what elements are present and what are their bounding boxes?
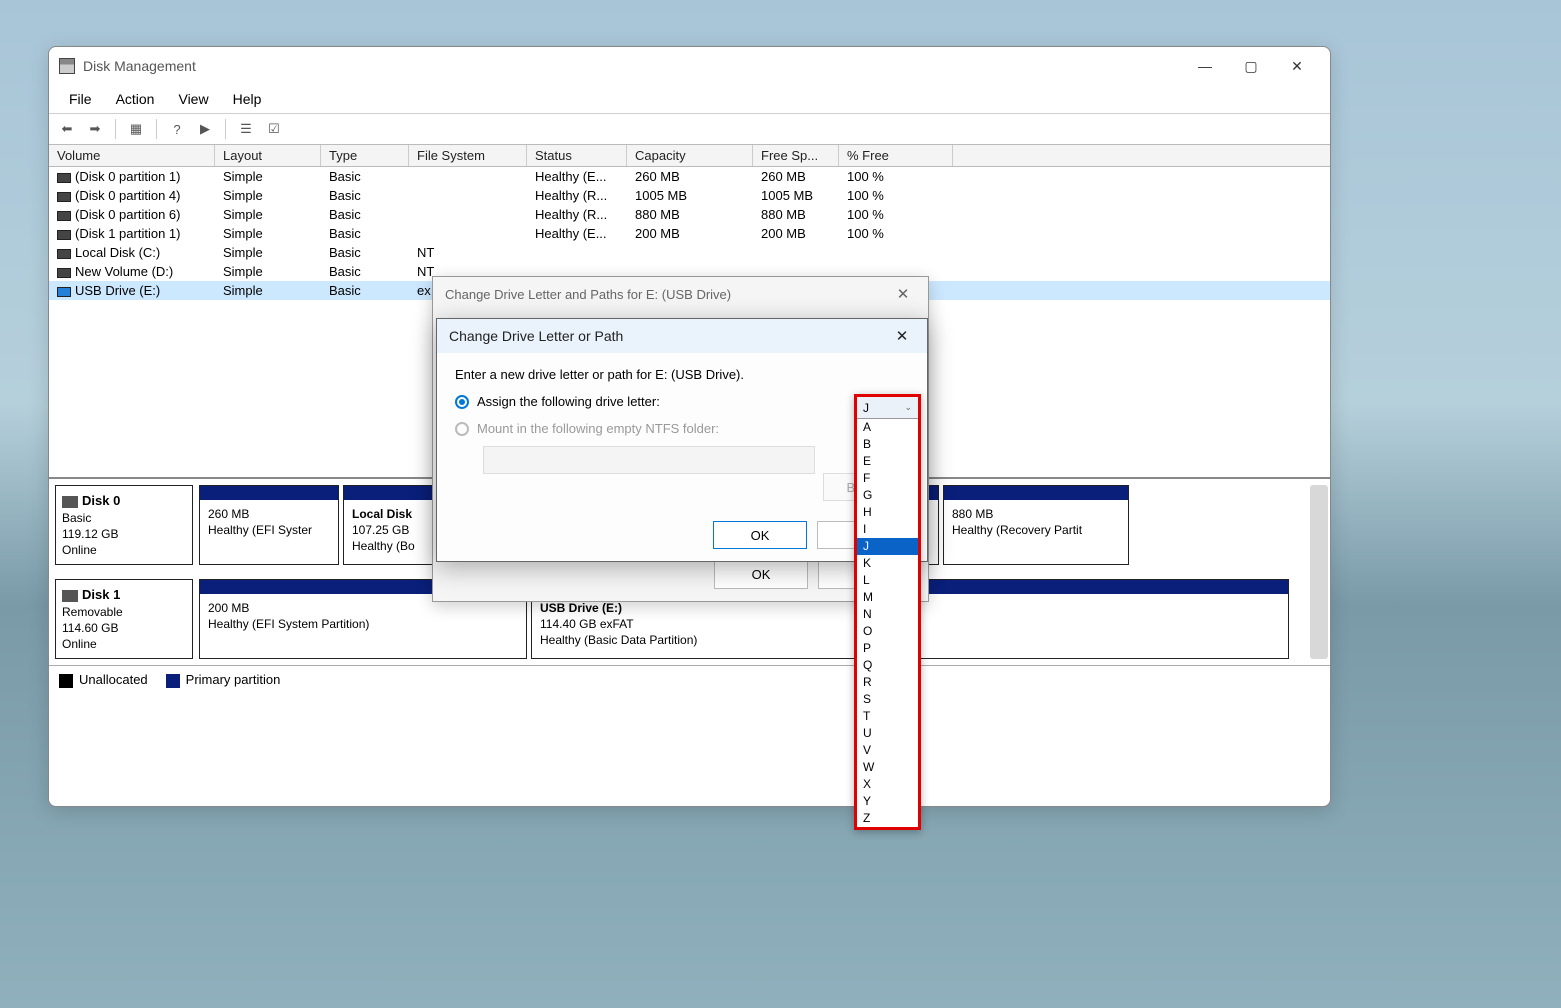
dropdown-option[interactable]: T — [857, 708, 918, 725]
dropdown-option[interactable]: A — [857, 419, 918, 436]
dropdown-option[interactable]: P — [857, 640, 918, 657]
dropdown-option[interactable]: Z — [857, 810, 918, 827]
swatch-primary — [166, 674, 180, 688]
volume-table-header: Volume Layout Type File System Status Ca… — [49, 145, 1330, 167]
dropdown-selected[interactable]: J ⌄ — [857, 397, 918, 419]
ntfs-folder-input — [483, 446, 815, 474]
th-layout[interactable]: Layout — [215, 145, 321, 166]
dropdown-option[interactable]: R — [857, 674, 918, 691]
refresh-icon[interactable]: ▶ — [193, 118, 217, 140]
forward-icon[interactable]: ➡ — [83, 118, 107, 140]
disk-info[interactable]: Disk 1Removable114.60 GBOnline — [55, 579, 193, 659]
toolbar: ⬅ ➡ ▦ ? ▶ ☰ ☑ — [49, 114, 1330, 145]
window-title: Disk Management — [83, 58, 1182, 74]
maximize-button[interactable]: ▢ — [1228, 50, 1274, 82]
dropdown-option[interactable]: O — [857, 623, 918, 640]
radio-mount-folder[interactable] — [455, 422, 469, 436]
minimize-button[interactable]: — — [1182, 50, 1228, 82]
drive-letter-dropdown[interactable]: J ⌄ ABEFGHIJKLMNOPQRSTUVWXYZ — [854, 394, 921, 830]
dropdown-option[interactable]: N — [857, 606, 918, 623]
dropdown-option[interactable]: K — [857, 555, 918, 572]
props-icon[interactable]: ☰ — [234, 118, 258, 140]
dropdown-option[interactable]: B — [857, 436, 918, 453]
th-status[interactable]: Status — [527, 145, 627, 166]
dropdown-option[interactable]: H — [857, 504, 918, 521]
dropdown-option[interactable]: U — [857, 725, 918, 742]
dialog2-prompt: Enter a new drive letter or path for E: … — [455, 367, 909, 382]
th-free[interactable]: Free Sp... — [753, 145, 839, 166]
menu-file[interactable]: File — [57, 87, 104, 111]
table-row[interactable]: (Disk 1 partition 1)SimpleBasicHealthy (… — [49, 224, 1330, 243]
back-icon[interactable]: ⬅ — [55, 118, 79, 140]
legend-unallocated-label: Unallocated — [79, 672, 148, 687]
scrollbar-vertical[interactable] — [1310, 485, 1328, 659]
disk-info[interactable]: Disk 0Basic119.12 GBOnline — [55, 485, 193, 565]
menu-view[interactable]: View — [166, 87, 220, 111]
partition[interactable]: 260 MBHealthy (EFI Syster — [199, 485, 339, 565]
legend: Unallocated Primary partition — [49, 665, 1330, 694]
view-icon[interactable]: ▦ — [124, 118, 148, 140]
table-row[interactable]: Local Disk (C:)SimpleBasicNT — [49, 243, 1330, 262]
menu-help[interactable]: Help — [221, 87, 274, 111]
dialog1-title: Change Drive Letter and Paths for E: (US… — [445, 287, 731, 302]
dropdown-option[interactable]: Y — [857, 793, 918, 810]
help-icon[interactable]: ? — [165, 118, 189, 140]
app-icon — [59, 58, 75, 74]
list-icon[interactable]: ☑ — [262, 118, 286, 140]
close-button[interactable]: ✕ — [1274, 50, 1320, 82]
th-type[interactable]: Type — [321, 145, 409, 166]
dropdown-option[interactable]: M — [857, 589, 918, 606]
dropdown-option[interactable]: L — [857, 572, 918, 589]
dropdown-option[interactable]: X — [857, 776, 918, 793]
table-row[interactable]: (Disk 0 partition 4)SimpleBasicHealthy (… — [49, 186, 1330, 205]
titlebar[interactable]: Disk Management — ▢ ✕ — [49, 47, 1330, 85]
dropdown-option[interactable]: Q — [857, 657, 918, 674]
dropdown-option[interactable]: I — [857, 521, 918, 538]
dropdown-option[interactable]: W — [857, 759, 918, 776]
th-pctfree[interactable]: % Free — [839, 145, 953, 166]
th-capacity[interactable]: Capacity — [627, 145, 753, 166]
dialog1-ok-button[interactable]: OK — [714, 559, 808, 589]
th-volume[interactable]: Volume — [49, 145, 215, 166]
dialog2-title: Change Drive Letter or Path — [449, 328, 623, 344]
close-icon[interactable]: ✕ — [889, 327, 915, 345]
table-row[interactable]: (Disk 0 partition 1)SimpleBasicHealthy (… — [49, 167, 1330, 186]
legend-primary-label: Primary partition — [186, 672, 281, 687]
dropdown-option[interactable]: F — [857, 470, 918, 487]
table-row[interactable]: (Disk 0 partition 6)SimpleBasicHealthy (… — [49, 205, 1330, 224]
menu-action[interactable]: Action — [104, 87, 167, 111]
radio-assign-label: Assign the following drive letter: — [477, 394, 660, 409]
partition[interactable]: 880 MBHealthy (Recovery Partit — [943, 485, 1129, 565]
dialog2-ok-button[interactable]: OK — [713, 521, 807, 549]
radio-assign-letter[interactable] — [455, 395, 469, 409]
close-icon[interactable]: ✕ — [890, 285, 916, 303]
chevron-down-icon: ⌄ — [904, 402, 912, 413]
dropdown-option[interactable]: V — [857, 742, 918, 759]
dropdown-option[interactable]: S — [857, 691, 918, 708]
dropdown-option[interactable]: E — [857, 453, 918, 470]
menubar: File Action View Help — [49, 85, 1330, 114]
th-filesystem[interactable]: File System — [409, 145, 527, 166]
dropdown-option[interactable]: J — [857, 538, 918, 555]
radio-mount-label: Mount in the following empty NTFS folder… — [477, 421, 719, 436]
swatch-unallocated — [59, 674, 73, 688]
dropdown-option[interactable]: G — [857, 487, 918, 504]
